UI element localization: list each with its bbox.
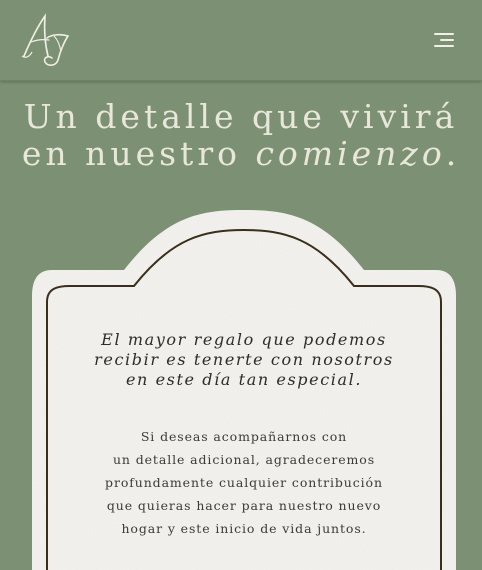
body-line: que quieras hacer para nuestro nuevo	[106, 498, 382, 513]
menu-line	[434, 45, 454, 47]
headline-line-1: Un detalle que vivirá	[23, 97, 459, 136]
menu-line	[434, 33, 454, 35]
menu-line	[440, 39, 454, 41]
card-quote: El mayor regalo que podemos recibir es t…	[32, 330, 456, 390]
quote-line: El mayor regalo que podemos	[101, 330, 387, 349]
body-line: profundamente cualquier contribución	[105, 475, 383, 490]
headline-line-2: en nuestro comienzo.	[0, 135, 482, 172]
headline-italic: comienzo	[255, 134, 446, 173]
card-body-text: Si deseas acompañarnos con un detalle ad…	[32, 425, 456, 540]
hero-headline: Un detalle que vivirá en nuestro comienz…	[0, 98, 482, 172]
headline-period: .	[445, 134, 461, 173]
hamburger-menu-icon[interactable]	[428, 28, 456, 52]
body-line: hogar y este inicio de vida juntos.	[121, 521, 367, 536]
body-line: Si deseas acompañarnos con	[140, 429, 348, 444]
headline-plain: en nuestro	[21, 134, 256, 173]
monogram-logo-icon	[21, 13, 70, 66]
quote-line: en este día tan especial.	[125, 370, 363, 389]
body-line: un detalle adicional, agradeceremos	[112, 452, 376, 467]
monogram-logo[interactable]: AJ	[18, 12, 74, 68]
quote-line: recibir es tenerte con nosotros	[94, 350, 394, 369]
top-navigation-bar: AJ	[0, 0, 482, 81]
